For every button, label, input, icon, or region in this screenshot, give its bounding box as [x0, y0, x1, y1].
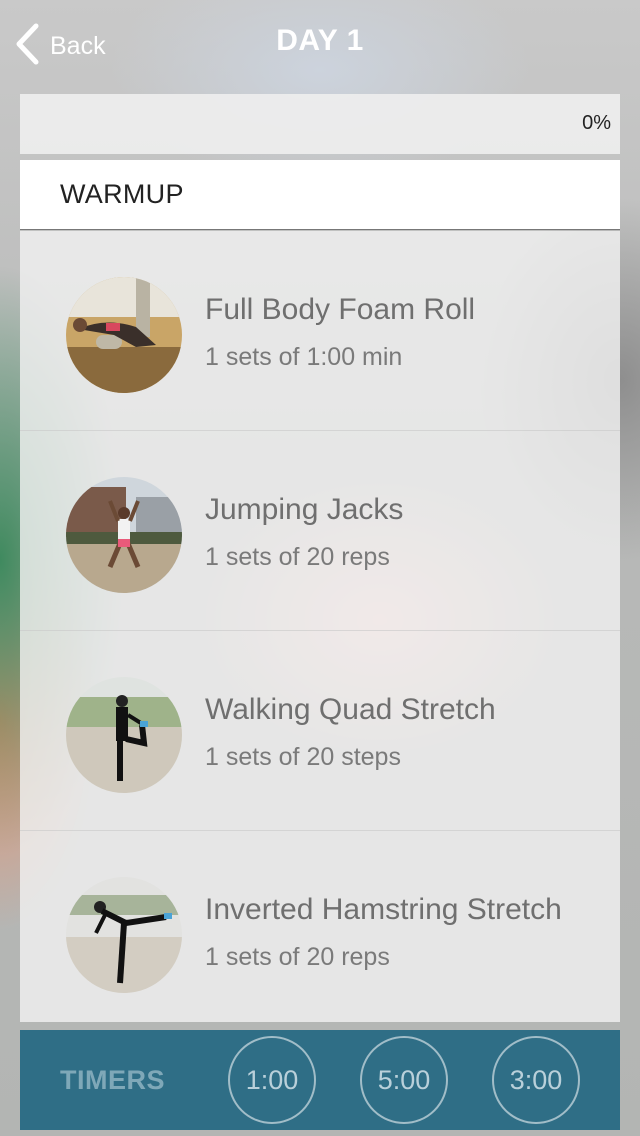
exercise-item[interactable]: Full Body Foam Roll 1 sets of 1:00 min [20, 231, 620, 431]
timers-bar: TIMERS 1:00 5:00 3:00 [20, 1030, 620, 1130]
section-title: WARMUP [60, 179, 184, 209]
exercise-name: Walking Quad Stretch [205, 693, 496, 726]
exercise-name: Jumping Jacks [205, 493, 404, 526]
timer-button-3[interactable]: 3:00 [492, 1036, 580, 1124]
exercise-thumbnail [66, 477, 182, 593]
exercise-name: Full Body Foam Roll [205, 293, 476, 326]
progress-label: 0% [582, 112, 611, 134]
timer-button-1[interactable]: 1:00 [228, 1036, 316, 1124]
page-title: DAY 1 [276, 24, 364, 57]
exercise-thumbnail [66, 277, 182, 393]
exercise-list: Full Body Foam Roll 1 sets of 1:00 min J… [20, 231, 620, 1022]
exercise-detail: 1 sets of 20 reps [205, 543, 390, 571]
exercise-detail: 1 sets of 1:00 min [205, 343, 403, 371]
timer-button-2[interactable]: 5:00 [360, 1036, 448, 1124]
exercise-item[interactable]: Walking Quad Stretch 1 sets of 20 steps [20, 631, 620, 831]
exercise-thumbnail [66, 877, 182, 993]
exercise-detail: 1 sets of 20 reps [205, 943, 390, 971]
exercise-item[interactable]: Jumping Jacks 1 sets of 20 reps [20, 431, 620, 631]
exercise-thumbnail [66, 677, 182, 793]
exercise-name: Inverted Hamstring Stretch [205, 893, 562, 926]
exercise-item[interactable]: Inverted Hamstring Stretch 1 sets of 20 … [20, 831, 620, 1022]
timers-label: TIMERS [60, 1065, 166, 1095]
nav-bar: Back DAY 1 [0, 0, 640, 88]
exercise-detail: 1 sets of 20 steps [205, 743, 401, 771]
section-header: WARMUP [20, 160, 620, 230]
progress-bar: 0% [20, 94, 620, 154]
